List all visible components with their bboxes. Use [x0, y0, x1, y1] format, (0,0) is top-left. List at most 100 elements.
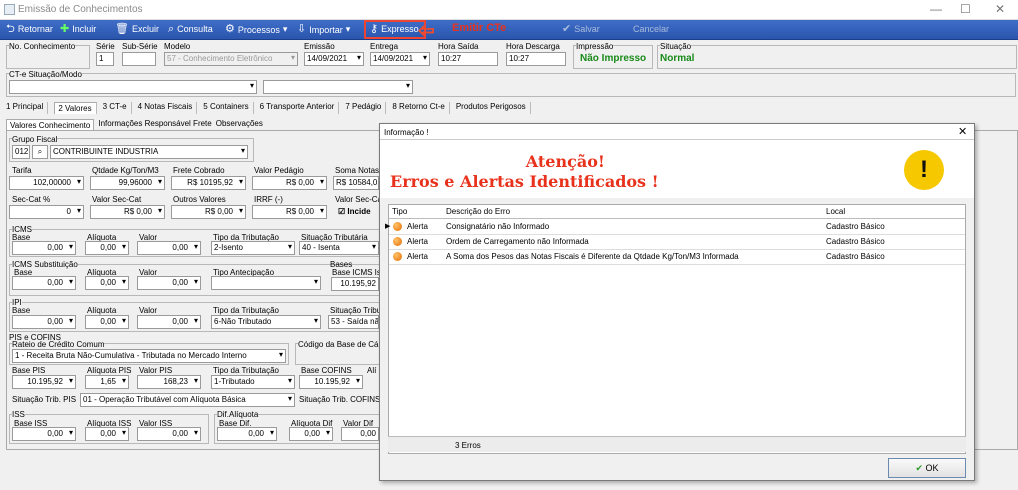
tab-transporte-anterior[interactable]: 6 Transporte Anterior — [260, 102, 340, 114]
retornar-button[interactable]: ⮌ Retornar — [6, 23, 53, 34]
tab-containers[interactable]: 5 Containers — [203, 102, 254, 114]
ipi-aliquota-label: Alíquota — [87, 306, 117, 315]
no-conhecimento-label: No. Conhecimento — [9, 42, 76, 51]
check-icon: ✔ — [562, 22, 572, 35]
emissao-date[interactable]: 14/09/2021 — [304, 52, 364, 66]
subserie-input[interactable] — [122, 52, 156, 66]
grid-header-divider — [389, 218, 965, 219]
row-descricao: Consignatário não Informado — [446, 222, 550, 231]
valor-pis-input[interactable]: 168,23 — [137, 375, 201, 389]
ipi-tipo-select[interactable]: 6-Não Tributado — [211, 315, 321, 329]
ipi-sit-select[interactable]: 53 - Saída não — [328, 315, 379, 329]
salvar-button[interactable]: ✔ Salvar — [562, 22, 600, 35]
minimize-icon[interactable]: — — [930, 2, 942, 16]
excluir-button[interactable]: 🗑 Excluir — [115, 22, 159, 35]
sub-base-input[interactable]: 0,00 — [12, 276, 76, 290]
ipi-base-input[interactable]: 0,00 — [12, 315, 76, 329]
incide-label: Incide — [347, 207, 371, 216]
pis-tipo-select[interactable]: 1-Tributado — [211, 375, 295, 389]
table-row[interactable]: Alerta A Soma dos Pesos das Notas Fiscai… — [389, 250, 965, 265]
tab-principal[interactable]: 1 Principal — [6, 102, 49, 114]
tab-valores[interactable]: 2 Valores — [54, 102, 97, 114]
rateio-label: Rateio de Crédito Comum — [12, 340, 105, 349]
trash-icon: 🗑 — [115, 22, 129, 35]
base-icms-input[interactable]: 10.195,92 — [331, 277, 379, 291]
base-pis-input[interactable]: 10.195,92 — [12, 375, 76, 389]
tab-cte[interactable]: 3 CT-e — [103, 102, 132, 114]
frete-input[interactable]: R$ 10195,92 — [171, 176, 246, 190]
valor-seccat-input[interactable]: R$ 0,00 — [90, 205, 165, 219]
qtdade-input[interactable]: 99,96000 — [90, 176, 165, 190]
ipi-aliquota-input[interactable]: 0,00 — [85, 315, 129, 329]
ok-label: OK — [925, 463, 939, 473]
warning-heading: Atenção! Erros e Alertas Identificados ! — [390, 152, 659, 192]
ipi-valor-input[interactable]: 0,00 — [137, 315, 201, 329]
base-cofins-input[interactable]: 10.195,92 — [299, 375, 363, 389]
sit-pis-select[interactable]: 01 - Operação Tributável com Alíquota Bá… — [80, 393, 295, 407]
maximize-icon[interactable]: ☐ — [960, 2, 971, 16]
alert-icon — [393, 252, 402, 262]
base-dif-input[interactable]: 0,00 — [217, 427, 277, 441]
exclamation-icon: ! — [904, 150, 944, 190]
tarifa-input[interactable]: 102,00000 — [9, 176, 84, 190]
row-local: Cadastro Básico — [826, 222, 885, 231]
grupo-code-input[interactable]: 012 — [12, 145, 30, 159]
table-row[interactable]: Alerta Ordem de Carregamento não Informa… — [389, 235, 965, 250]
tipo-antecip-select[interactable] — [211, 276, 321, 290]
tab-produtos-perigosos[interactable]: Produtos Perigosos — [456, 102, 531, 114]
close-icon[interactable]: ✕ — [958, 125, 967, 138]
aliq-iss-input[interactable]: 0,00 — [85, 427, 129, 441]
expresso-highlight — [364, 20, 426, 39]
aliq-dif-input[interactable]: 0,00 — [289, 427, 333, 441]
incluir-button[interactable]: ✚ Incluir — [60, 23, 96, 34]
cte-modo-select[interactable] — [263, 80, 413, 94]
soma-input[interactable]: R$ 10584,0 — [333, 176, 379, 190]
serie-input[interactable]: 1 — [96, 52, 114, 66]
tab-pedagio[interactable]: 7 Pedágio — [345, 102, 387, 114]
dif-label: Dif.Alíquota — [217, 410, 259, 419]
pedagio-input[interactable]: R$ 0,00 — [252, 176, 327, 190]
ok-button[interactable]: ✔ OK — [888, 458, 966, 478]
search-icon[interactable]: ⌕ — [32, 145, 48, 159]
cancelar-button[interactable]: Cancelar — [633, 24, 669, 34]
outros-input[interactable]: R$ 0,00 — [171, 205, 246, 219]
hora-saida-input[interactable]: 10:27 — [438, 52, 498, 66]
warning-heading-line1: Atenção! — [525, 152, 605, 171]
icms-tipo-select[interactable]: 2-Isento — [211, 241, 295, 255]
hora-saida-label: Hora Saída — [438, 42, 479, 51]
modelo-select[interactable]: 57 - Conhecimento Eletrônico — [164, 52, 298, 66]
table-row[interactable]: ▶ Alerta Consignatário não Informado Cad… — [385, 220, 965, 235]
sub-aliquota-input[interactable]: 0,00 — [85, 276, 129, 290]
seccat-input[interactable]: 0 — [9, 205, 84, 219]
codigo-base-label: Código da Base de Cálc — [298, 340, 385, 349]
subserie-label: Sub-Série — [122, 42, 158, 51]
row-local: Cadastro Básico — [826, 237, 885, 246]
icms-base-input[interactable]: 0,00 — [12, 241, 76, 255]
processos-button[interactable]: ⚙ Processos ▾ — [225, 24, 287, 35]
incide-checkbox[interactable]: ☑ Incide — [338, 207, 371, 216]
toolbar: ⮌ Retornar ✚ Incluir 🗑 Excluir ⌕ Consulta ⚙ P… — [0, 20, 1018, 40]
rateio-select[interactable]: 1 - Receita Bruta Não-Cumulativa - Tribu… — [12, 349, 286, 363]
close-icon[interactable]: ✕ — [995, 2, 1005, 16]
irrf-input[interactable]: R$ 0,00 — [252, 205, 327, 219]
importar-button[interactable]: ⇩ Importar ▾ — [297, 24, 350, 35]
icms-sit-select[interactable]: 40 - Isenta — [299, 241, 379, 255]
sub-valor-input[interactable]: 0,00 — [137, 276, 201, 290]
entrega-date[interactable]: 14/09/2021 — [370, 52, 430, 66]
hora-descarga-input[interactable]: 10:27 — [506, 52, 566, 66]
row-pointer-icon: ▶ — [385, 223, 391, 230]
icms-valor-input[interactable]: 0,00 — [137, 241, 201, 255]
cte-situacao-select[interactable] — [9, 80, 257, 94]
sit-cofins-label: Situação Trib. COFINS — [299, 395, 381, 404]
consulta-button[interactable]: ⌕ Consulta — [168, 23, 213, 34]
grupo-fiscal-select[interactable]: CONTRIBUINTE INDUSTRIA — [50, 145, 248, 159]
valor-iss-input[interactable]: 0,00 — [137, 427, 201, 441]
icms-aliquota-input[interactable]: 0,00 — [85, 241, 129, 255]
tab-notas-fiscais[interactable]: 4 Notas Fiscais — [138, 102, 198, 114]
col-local: Local — [826, 207, 846, 216]
hora-descarga-label: Hora Descarga — [506, 42, 560, 51]
base-iss-input[interactable]: 0,00 — [12, 427, 76, 441]
aliq-pis-input[interactable]: 1,65 — [85, 375, 129, 389]
valor-dif-input[interactable]: 0,00 — [341, 427, 379, 441]
tab-retorno-cte[interactable]: 8 Retorno Ct-e — [392, 102, 450, 114]
